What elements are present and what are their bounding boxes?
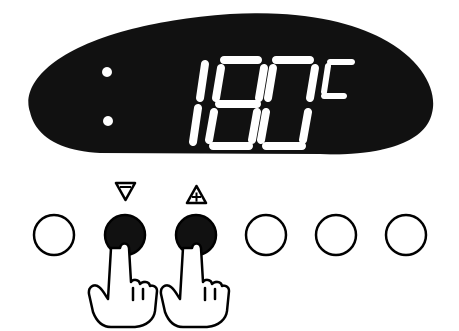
display-screen <box>28 13 434 155</box>
button-4[interactable] <box>244 213 288 257</box>
plus-triangle-icon <box>185 184 208 205</box>
colon-dot-top <box>102 67 112 77</box>
control-panel: 180 C <box>28 13 434 329</box>
finger-press-icon <box>159 242 231 329</box>
button-1[interactable] <box>32 213 76 257</box>
button-6[interactable] <box>384 213 428 257</box>
minus-triangle-icon <box>114 181 137 202</box>
button-5[interactable] <box>314 213 358 257</box>
colon-dot-bottom <box>103 116 113 126</box>
finger-press-icon <box>87 242 159 329</box>
